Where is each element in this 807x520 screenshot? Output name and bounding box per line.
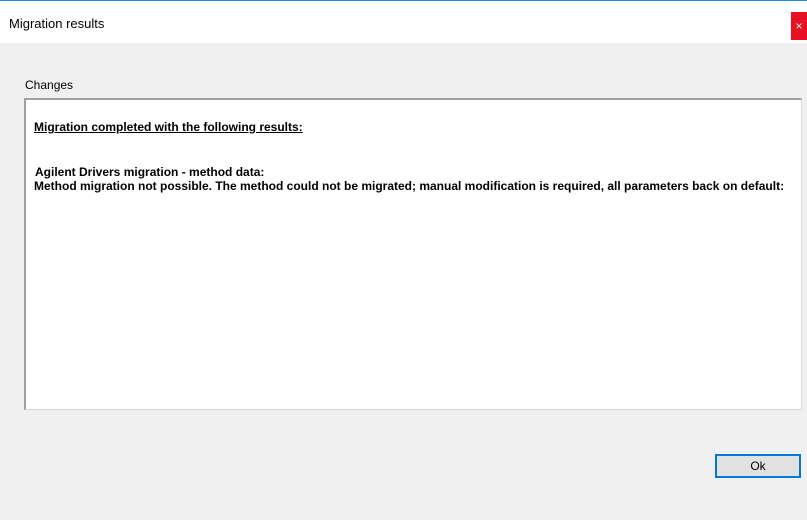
results-line: Agilent Drivers migration - method data: (35, 165, 265, 179)
changes-label: Changes (25, 78, 74, 92)
close-button[interactable]: × (791, 12, 807, 40)
window-title: Migration results (9, 16, 105, 31)
close-icon: × (795, 19, 803, 33)
title-bar: Migration results × (0, 0, 807, 43)
migration-results-dialog: Migration results × Changes Migration co… (0, 0, 807, 520)
results-line: Method migration not possible. The metho… (34, 179, 785, 193)
results-heading: Migration completed with the following r… (34, 120, 303, 134)
results-text-box[interactable]: Migration completed with the following r… (24, 98, 802, 410)
ok-button[interactable]: Ok (715, 454, 801, 478)
